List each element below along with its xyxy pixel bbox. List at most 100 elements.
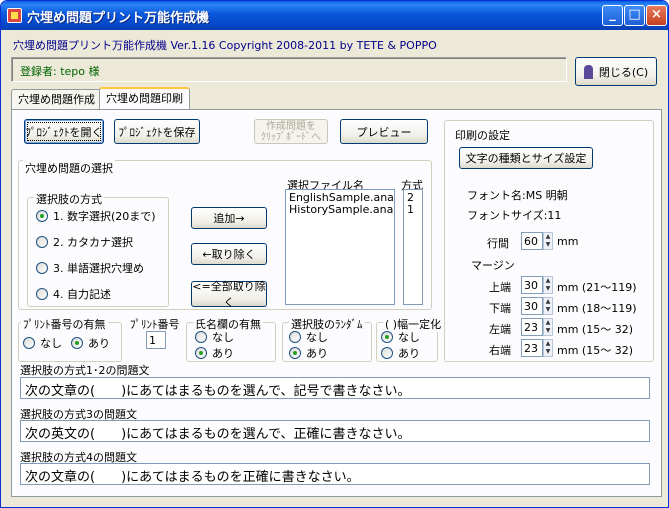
down-arrow-icon[interactable]: ▼: [546, 306, 551, 313]
question-3-input[interactable]: 次の文章の( )にあてはまるものを正確に書きなさい。: [20, 463, 650, 485]
question-1-input[interactable]: 次の文章の( )にあてはまるものを選んで、記号で書きなさい。: [20, 377, 650, 399]
remove-label: ←取り除く: [202, 248, 256, 261]
radio-dot: [36, 288, 48, 300]
down-arrow-icon[interactable]: ▼: [546, 348, 551, 355]
method-label-1: 1. 数字選択(20まで): [53, 210, 156, 223]
margin-bottom-input[interactable]: 30: [521, 297, 543, 315]
up-arrow-icon[interactable]: ▲: [546, 277, 551, 284]
margin-bottom-spinner[interactable]: ▲ ▼: [543, 297, 553, 315]
margin-bottom-range: mm (18～119): [557, 302, 637, 315]
add-button[interactable]: 追加→: [191, 207, 267, 229]
name-field-yes-radio[interactable]: あり: [195, 345, 234, 361]
window-title: 穴埋め問題プリント万能作成機: [27, 11, 210, 26]
radio-dot: [36, 236, 48, 248]
remove-all-button[interactable]: <=全部取り除く: [191, 280, 267, 309]
minimize-button[interactable]: _: [602, 5, 623, 26]
app-icon: [7, 8, 22, 23]
random-yes-radio[interactable]: あり: [289, 345, 328, 361]
save-project-button[interactable]: ﾌﾟﾛｼﾞｪｸﾄを保存: [114, 119, 200, 144]
margin-bottom-label: 下端: [489, 302, 511, 315]
radio-dot: [289, 331, 301, 343]
radio-dot: [195, 347, 207, 359]
margin-top-range: mm (21～119): [557, 281, 637, 294]
preview-button[interactable]: プレビュー: [340, 119, 428, 144]
margin-left-spinner[interactable]: ▲ ▼: [543, 318, 553, 336]
yes-label: あり: [212, 347, 234, 360]
down-arrow-icon[interactable]: ▼: [546, 285, 551, 292]
line-spacing-input[interactable]: 60: [521, 232, 543, 250]
up-arrow-icon[interactable]: ▲: [546, 319, 551, 326]
remove-all-label: <=全部取り除く: [192, 280, 266, 309]
margin-top-label: 上端: [489, 281, 511, 294]
method-radio-2[interactable]: 2. カタカナ選択: [36, 234, 133, 250]
selected-files-list[interactable]: EnglishSample.ana HistorySample.ana: [285, 189, 395, 305]
print-number-title: ﾌﾟﾘﾝﾄ番号の有無: [21, 316, 108, 332]
add-label: 追加→: [213, 212, 245, 225]
margin-left-range: mm (15～ 32): [557, 323, 634, 336]
method-label-3: 3. 単語選択穴埋め: [53, 262, 144, 275]
tab-create[interactable]: 穴埋め問題作成: [11, 89, 102, 109]
list-item[interactable]: 1: [407, 204, 419, 216]
font-settings-button[interactable]: 文字の種類とサイズ設定: [459, 147, 593, 169]
save-project-label: ﾌﾟﾛｼﾞｪｸﾄを保存: [118, 125, 196, 139]
close-app-button[interactable]: 閉じる(C): [575, 57, 657, 86]
question-2-input[interactable]: 次の英文の( )にあてはまるものを選んで、正確に書きなさい。: [20, 420, 650, 442]
up-arrow-icon[interactable]: ▲: [546, 233, 551, 240]
print-number-none-radio[interactable]: なし: [23, 335, 62, 351]
font-name: フォント名:MS 明朝: [467, 189, 568, 202]
margin-right-range: mm (15～ 32): [557, 344, 634, 357]
minimize-icon: _: [609, 7, 616, 22]
close-window-button[interactable]: ×: [646, 5, 667, 26]
name-field-group: 氏名欄の有無 なし あり: [186, 316, 276, 362]
margin-top-spinner[interactable]: ▲ ▼: [543, 276, 553, 294]
down-arrow-icon[interactable]: ▼: [546, 327, 551, 334]
title-bar[interactable]: 穴埋め問題プリント万能作成機 _ □ ×: [1, 1, 668, 30]
tab-print[interactable]: 穴埋め問題印刷: [99, 87, 190, 109]
radio-dot: [36, 210, 48, 222]
app-window: 穴埋め問題プリント万能作成機 _ □ × 穴埋め問題プリント万能作成機 Ver.…: [0, 0, 669, 508]
choice-method-group: 選択肢の方式 1. 数字選択(20まで) 2. カタカナ選択 3. 単語選択穴埋…: [27, 191, 169, 307]
print-number-yes-radio[interactable]: あり: [71, 335, 110, 351]
radio-dot: [381, 347, 393, 359]
up-arrow-icon[interactable]: ▲: [546, 298, 551, 305]
up-arrow-icon[interactable]: ▲: [546, 340, 551, 347]
font-settings-label: 文字の種類とサイズ設定: [465, 152, 587, 165]
tab-create-label: 穴埋め問題作成: [18, 93, 95, 106]
none-label: なし: [398, 331, 420, 344]
method-radio-1[interactable]: 1. 数字選択(20まで): [36, 208, 156, 224]
preview-label: プレビュー: [356, 125, 412, 139]
margin-right-input[interactable]: 23: [521, 339, 543, 357]
random-none-radio[interactable]: なし: [289, 329, 328, 345]
down-arrow-icon[interactable]: ▼: [546, 241, 551, 248]
radio-dot: [71, 337, 83, 349]
question-1-label: 選択肢の方式1･2の問題文: [20, 364, 150, 377]
remove-button[interactable]: ←取り除く: [191, 243, 267, 265]
fixed-width-yes-radio[interactable]: あり: [381, 345, 420, 361]
method-radio-3[interactable]: 3. 単語選択穴埋め: [36, 260, 144, 276]
none-label: なし: [212, 331, 234, 344]
choice-method-title: 選択肢の方式: [34, 191, 104, 207]
open-project-button[interactable]: ﾌﾟﾛｼﾞｪｸﾄを開く: [24, 119, 104, 144]
name-field-none-radio[interactable]: なし: [195, 329, 234, 345]
status-bar: [1, 497, 668, 507]
margin-right-spinner[interactable]: ▲ ▼: [543, 339, 553, 357]
margin-top-input[interactable]: 30: [521, 276, 543, 294]
clipboard-label-1: 作成問題を: [266, 120, 316, 132]
question-selection-group: 穴埋め問題の選択 選択肢の方式 1. 数字選択(20まで) 2. カタカナ選択 …: [18, 160, 432, 310]
file-methods-list[interactable]: 2 1: [403, 189, 423, 305]
print-settings-group: 印刷の設定 文字の種類とサイズ設定 フォント名:MS 明朝 フォントサイズ:11…: [444, 120, 654, 362]
method-radio-4[interactable]: 4. 自力記述: [36, 286, 111, 302]
copy-to-clipboard-button[interactable]: 作成問題を ｸﾘｯﾌﾟﾎﾞｰﾄﾞへ: [254, 119, 328, 144]
print-no-input[interactable]: 1: [146, 331, 166, 349]
margin-left-input[interactable]: 23: [521, 318, 543, 336]
yes-label: あり: [306, 347, 328, 360]
font-size: フォントサイズ:11: [467, 209, 562, 222]
print-tab-panel: ﾌﾟﾛｼﾞｪｸﾄを開く ﾌﾟﾛｼﾞｪｸﾄを保存 作成問題を ｸﾘｯﾌﾟﾎﾞｰﾄﾞ…: [11, 109, 662, 497]
list-item[interactable]: HistorySample.ana: [289, 204, 393, 216]
person-icon: [583, 64, 593, 79]
line-spacing-spinner[interactable]: ▲ ▼: [543, 232, 553, 250]
app-version-line: 穴埋め問題プリント万能作成機 Ver.1.16 Copyright 2008-2…: [13, 39, 437, 52]
fixed-width-none-radio[interactable]: なし: [381, 329, 420, 345]
margin-right-label: 右端: [489, 344, 511, 357]
maximize-button[interactable]: □: [624, 5, 645, 26]
